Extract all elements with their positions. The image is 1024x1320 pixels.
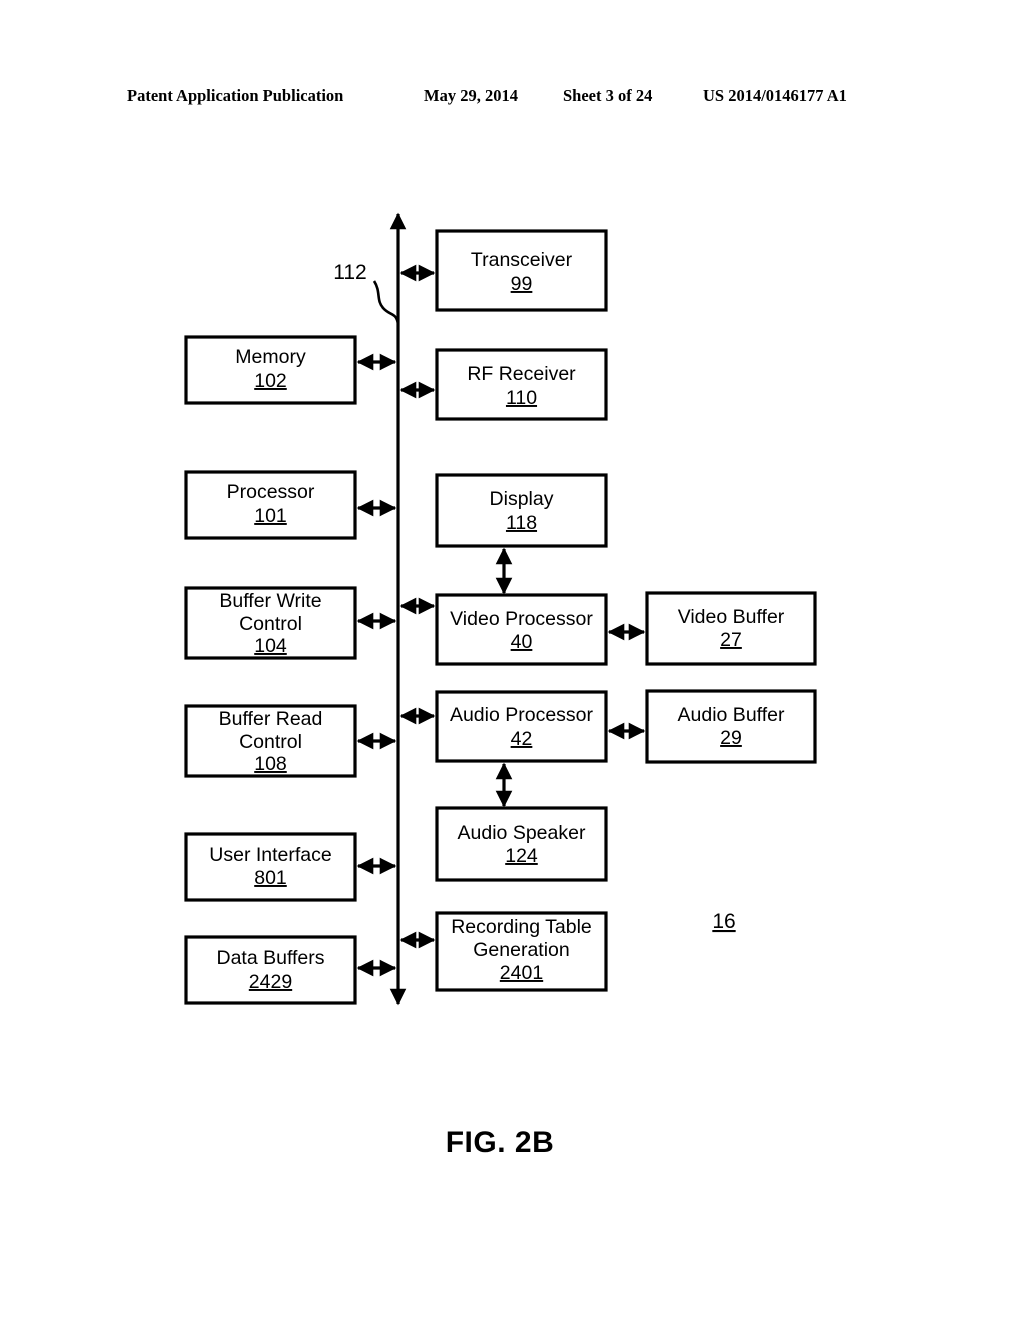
block-audio-buffer: Audio Buffer 29	[645, 689, 817, 764]
audio-processor-ref: 42	[511, 728, 533, 750]
block-buffer-write-control: Buffer Write Control 104	[184, 586, 397, 660]
block-display: Display 118	[435, 473, 608, 595]
figure-caption: FIG. 2B	[446, 1126, 555, 1159]
audio-speaker-box	[435, 806, 608, 882]
buffer-write-control-label-line2: Control	[239, 613, 302, 635]
recording-table-generation-label-line2: Generation	[473, 939, 569, 961]
rf-receiver-ref: 110	[506, 387, 537, 409]
display-box	[435, 473, 608, 548]
block-video-processor: Video Processor 40	[399, 593, 646, 666]
transceiver-label: Transceiver	[471, 249, 573, 271]
processor-ref: 101	[254, 505, 287, 527]
block-data-buffers: Data Buffers 2429	[184, 935, 397, 1005]
rf-receiver-label: RF Receiver	[467, 363, 576, 385]
video-buffer-ref: 27	[720, 629, 742, 651]
display-ref: 118	[506, 512, 537, 534]
bus-leader-curve	[372, 280, 400, 325]
user-interface-label: User Interface	[209, 844, 331, 866]
audio-speaker-ref: 124	[505, 845, 538, 867]
block-user-interface: User Interface 801	[184, 832, 397, 902]
video-processor-label: Video Processor	[450, 608, 593, 630]
block-rf-receiver: RF Receiver 110	[399, 348, 608, 421]
memory-ref: 102	[254, 370, 287, 392]
audio-speaker-label: Audio Speaker	[458, 822, 586, 844]
data-buffers-label: Data Buffers	[216, 947, 324, 969]
user-interface-ref: 801	[254, 867, 287, 889]
video-buffer-label: Video Buffer	[678, 606, 785, 628]
buffer-write-control-label-line1: Buffer Write	[219, 590, 321, 612]
buffer-read-control-label-line1: Buffer Read	[219, 708, 323, 730]
buffer-write-control-ref: 104	[254, 635, 287, 657]
audio-processor-label: Audio Processor	[450, 704, 594, 726]
buffer-read-control-label-line2: Control	[239, 731, 302, 753]
block-transceiver: Transceiver 99	[399, 229, 608, 312]
audio-processor-box	[435, 690, 608, 763]
system-ref-label: 16	[712, 910, 735, 933]
patent-page: Patent Application Publication May 29, 2…	[0, 0, 1024, 1320]
block-video-buffer: Video Buffer 27	[645, 591, 817, 666]
block-audio-processor: Audio Processor 42	[399, 690, 646, 808]
figure-2b-block-diagram: 112 Transceiver 99 Memory 102 RF Receive…	[184, 212, 817, 1159]
memory-label: Memory	[235, 346, 306, 368]
data-buffers-ref: 2429	[249, 971, 292, 993]
buffer-read-control-ref: 108	[254, 753, 287, 775]
transceiver-ref: 99	[511, 273, 533, 295]
processor-label: Processor	[227, 481, 315, 503]
display-label: Display	[490, 488, 554, 510]
block-audio-speaker: Audio Speaker 124	[435, 806, 608, 882]
audio-buffer-label: Audio Buffer	[678, 704, 785, 726]
block-memory: Memory 102	[184, 335, 397, 405]
recording-table-generation-label-line1: Recording Table	[451, 916, 592, 938]
recording-table-generation-ref: 2401	[500, 962, 543, 984]
block-buffer-read-control: Buffer Read Control 108	[184, 704, 397, 778]
video-processor-ref: 40	[511, 631, 533, 653]
bus-ref-label: 112	[333, 261, 366, 284]
block-recording-table-generation: Recording Table Generation 2401	[399, 911, 608, 992]
audio-buffer-ref: 29	[720, 727, 742, 749]
block-processor: Processor 101	[184, 470, 397, 540]
